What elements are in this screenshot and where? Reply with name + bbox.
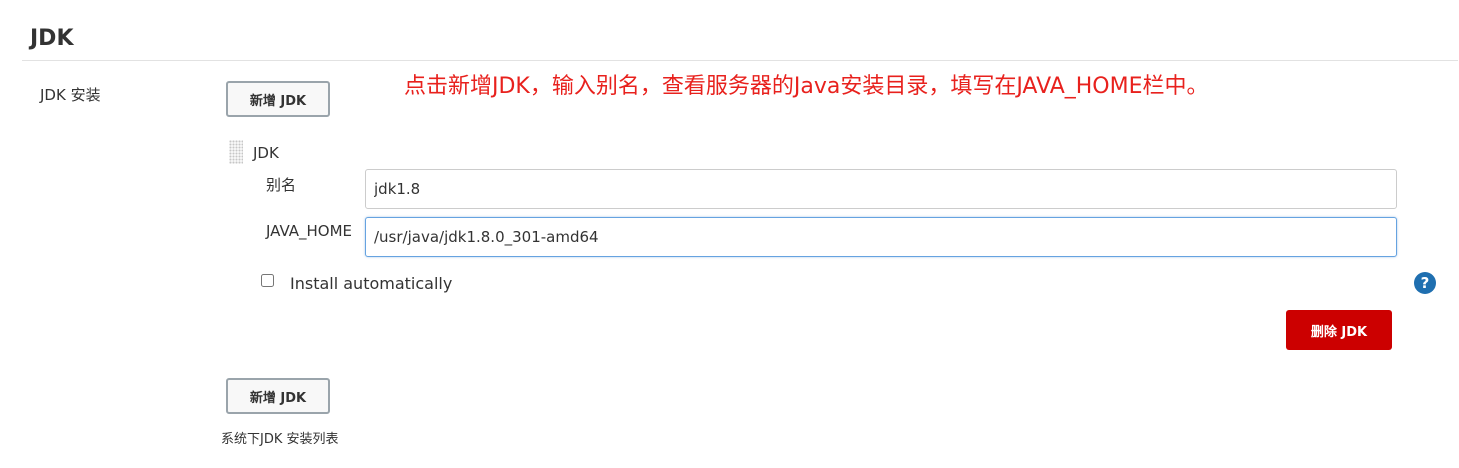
java-home-input[interactable] <box>365 217 1397 257</box>
add-jdk-button-bottom[interactable]: 新增 JDK <box>226 378 330 414</box>
add-jdk-button[interactable]: 新增 JDK <box>226 81 330 117</box>
alias-input[interactable] <box>365 169 1397 209</box>
java-home-label: JAVA_HOME <box>266 222 353 240</box>
help-icon[interactable]: ? <box>1414 272 1436 294</box>
jdk-config-page: JDK JDK 安装 新增 JDK 点击新增JDK，输入别名，查看服务器的Jav… <box>0 0 1459 468</box>
jdk-install-label: JDK 安装 <box>40 86 101 104</box>
jdk-entry-title: JDK <box>253 144 279 162</box>
jdk-install-description: 系统下JDK 安装列表 <box>221 432 339 447</box>
install-automatically-checkbox[interactable] <box>261 274 274 287</box>
drag-handle-icon[interactable] <box>229 140 243 164</box>
install-automatically-label[interactable]: Install automatically <box>290 274 452 293</box>
instruction-annotation: 点击新增JDK，输入别名，查看服务器的Java安装目录，填写在JAVA_HOME… <box>404 74 1209 99</box>
alias-label: 别名 <box>266 176 297 194</box>
delete-jdk-button[interactable]: 删除 JDK <box>1286 310 1392 350</box>
section-divider <box>22 60 1458 61</box>
section-title: JDK <box>30 26 74 51</box>
